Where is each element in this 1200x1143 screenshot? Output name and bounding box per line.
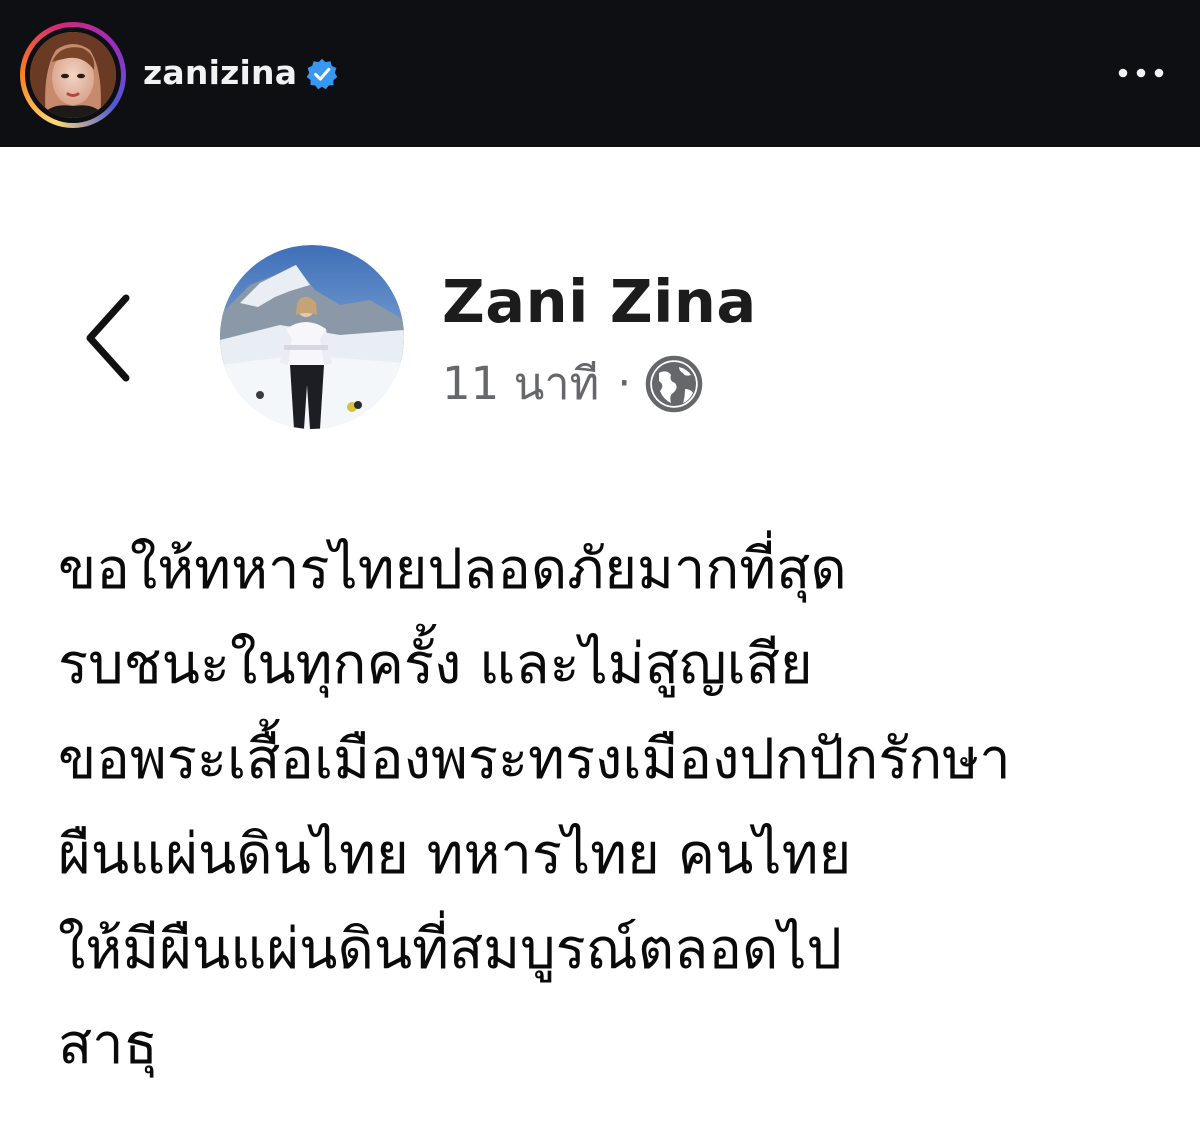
story-ring[interactable]	[20, 22, 126, 128]
chevron-left-icon[interactable]	[78, 290, 138, 386]
post-text-line: รบชนะในทุกครั้ง และไม่สูญเสีย	[58, 632, 813, 697]
post-text-line: ให้มีผืนแผ่นดินที่สมบูรณ์ตลอดไป	[58, 917, 843, 982]
profile-avatar[interactable]	[30, 32, 116, 118]
instagram-post-header: zanizina	[0, 0, 1200, 147]
verified-badge-icon	[306, 58, 338, 90]
post-text-line: สาธุ	[58, 1012, 158, 1077]
more-horizontal-icon[interactable]	[1113, 58, 1169, 88]
post-timestamp[interactable]: 11 นาที	[442, 352, 599, 416]
post-text: ขอให้ทหารไทยปลอดภัยมากที่สุด รบชนะในทุกค…	[58, 522, 1188, 1092]
post-meta: 11 นาที ·	[442, 352, 703, 416]
avatar-photo	[30, 32, 116, 118]
post-text-line: ขอพระเสื้อเมืองพระทรงเมืองปกปักรักษา	[58, 727, 1011, 792]
post-author-name[interactable]: Zani Zina	[442, 266, 757, 338]
post-text-line: ผืนแผ่นดินไทย ทหารไทย คนไทย	[58, 822, 852, 887]
avatar-photo	[220, 245, 404, 429]
meta-separator: ·	[617, 358, 632, 409]
username[interactable]: zanizina	[143, 51, 297, 95]
post-author-avatar[interactable]	[220, 245, 404, 429]
globe-icon[interactable]	[645, 355, 703, 413]
post-text-line: ขอให้ทหารไทยปลอดภัยมากที่สุด	[58, 537, 847, 602]
